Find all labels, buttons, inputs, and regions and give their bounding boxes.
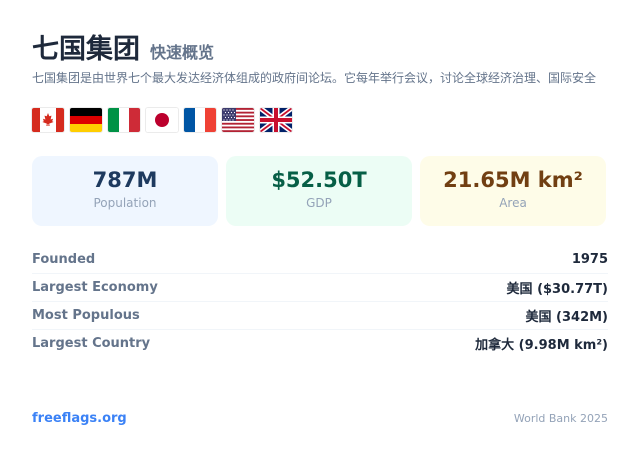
france-flag-icon — [184, 108, 216, 132]
gdp-stat-card: $52.50T GDP — [226, 156, 412, 226]
member-flags — [32, 108, 608, 132]
fact-value: 美国 ($30.77T) — [506, 282, 608, 297]
freeflags-link[interactable]: freeflags.org — [32, 411, 127, 426]
fact-value: 加拿大 (9.98M km²) — [475, 338, 608, 353]
area-value: 21.65M km² — [443, 168, 583, 192]
fact-label: Founded — [32, 252, 96, 267]
title-row: 七国集团 快速概览 — [32, 32, 608, 68]
area-label: Area — [499, 196, 527, 210]
stats-row: 787M Population $52.50T GDP 21.65M km² A… — [32, 156, 608, 226]
usa-flag-icon — [222, 108, 254, 132]
fact-value: 1975 — [571, 252, 608, 267]
fact-row-most-populous: Most Populous 美国 (342M) — [32, 302, 608, 330]
population-label: Population — [93, 196, 157, 210]
gdp-label: GDP — [306, 196, 332, 210]
gdp-value: $52.50T — [271, 168, 367, 192]
fact-label: Largest Country — [32, 336, 151, 351]
germany-flag-icon — [70, 108, 102, 132]
fact-label: Most Populous — [32, 308, 140, 323]
italy-flag-icon — [108, 108, 140, 132]
page-subtitle: 快速概览 — [150, 43, 215, 62]
fact-row-largest-economy: Largest Economy 美国 ($30.77T) — [32, 274, 608, 302]
fact-value: 美国 (342M) — [525, 310, 608, 325]
population-stat-card: 787M Population — [32, 156, 218, 226]
fact-row-founded: Founded 1975 — [32, 246, 608, 274]
footer: freeflags.org World Bank 2025 — [32, 408, 608, 428]
uk-flag-icon — [260, 108, 292, 132]
canada-flag-icon — [32, 108, 64, 132]
facts-table: Founded 1975 Largest Economy 美国 ($30.77T… — [32, 246, 608, 357]
population-value: 787M — [92, 168, 158, 192]
japan-flag-icon — [146, 108, 178, 132]
description: 七国集团是由世界七个最大发达经济体组成的政府间论坛。它每年举行会议，讨论全球经济… — [32, 71, 597, 85]
fact-label: Largest Economy — [32, 280, 158, 295]
data-source: World Bank 2025 — [513, 411, 608, 425]
fact-row-largest-country: Largest Country 加拿大 (9.98M km²) — [32, 330, 608, 357]
overview-card: 七国集团 快速概览 七国集团是由世界七个最大发达经济体组成的政府间论坛。它每年举… — [32, 32, 608, 357]
page-title: 七国集团 — [32, 34, 140, 65]
area-stat-card: 21.65M km² Area — [420, 156, 606, 226]
